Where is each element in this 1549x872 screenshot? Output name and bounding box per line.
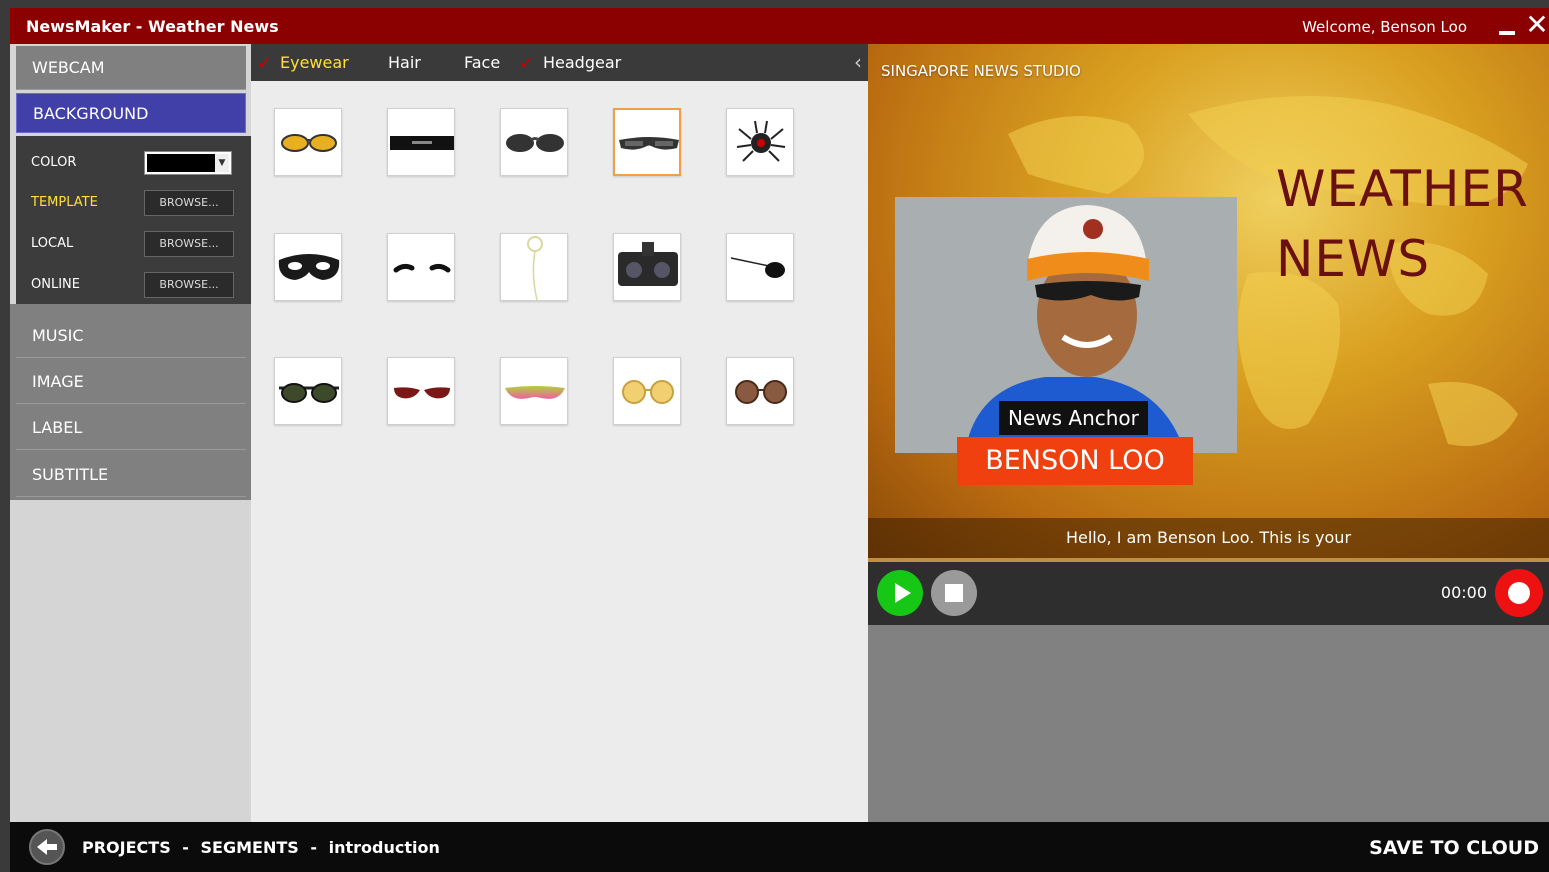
empty-area	[868, 625, 1549, 822]
red-cat-eye-icon[interactable]	[387, 357, 455, 425]
record-button[interactable]	[1495, 569, 1543, 617]
preview-stage: SINGAPORE NEWS STUDIO WEATHER NEWS News …	[868, 44, 1549, 562]
local-browse-button[interactable]: BROWSE...	[144, 231, 234, 257]
sidebar-item-music[interactable]: MUSIC	[16, 314, 246, 358]
headline-line1: WEATHER	[1276, 160, 1529, 218]
eyebrows-icon[interactable]	[387, 233, 455, 301]
play-button[interactable]	[877, 570, 923, 616]
sidebar-item-label[interactable]: LABEL	[16, 406, 246, 450]
masquerade-mask-icon[interactable]	[274, 233, 342, 301]
subtitle-text: Hello, I am Benson Loo. This is your	[868, 518, 1549, 558]
welcome-text: Welcome, Benson Loo	[1302, 18, 1467, 36]
spider-icon[interactable]	[726, 108, 794, 176]
eyepatch-icon[interactable]	[726, 233, 794, 301]
color-swatch	[147, 154, 215, 172]
player-bar: 00:00	[868, 562, 1549, 625]
eyewear-check-icon: ✓	[257, 53, 273, 74]
close-icon[interactable]: ✕	[1525, 10, 1549, 40]
minimize-icon[interactable]	[1499, 31, 1515, 35]
sidebar-item-image[interactable]: IMAGE	[16, 360, 246, 404]
sidebar-item-background[interactable]: BACKGROUND	[16, 93, 246, 133]
background-options-panel: COLOR ▼ TEMPLATE BROWSE... LOCAL BROWSE.…	[16, 136, 251, 304]
arrow-left-icon	[37, 839, 57, 855]
crumb-segments[interactable]: SEGMENTS	[201, 838, 299, 857]
studio-name: SINGAPORE NEWS STUDIO	[881, 62, 1081, 80]
timer-display: 00:00	[1440, 583, 1487, 602]
title-bar: NewsMaker - Weather News Welcome, Benson…	[10, 8, 1549, 44]
chevron-down-icon[interactable]: ▼	[215, 154, 229, 172]
accessory-tabs: ✓ Eyewear Hair Face ✓ Headgear ‹	[251, 44, 868, 81]
record-icon	[1508, 582, 1530, 604]
back-button[interactable]	[29, 829, 65, 865]
chevron-left-icon[interactable]: ‹	[854, 50, 862, 74]
brown-round-glasses-icon[interactable]	[726, 357, 794, 425]
anchor-name-banner: BENSON LOO	[957, 437, 1193, 485]
accessory-grid	[251, 81, 868, 822]
yellow-round-glasses-icon[interactable]	[613, 357, 681, 425]
night-vision-goggles-icon[interactable]	[613, 233, 681, 301]
save-to-cloud-button[interactable]: SAVE TO CLOUD	[1369, 837, 1539, 859]
color-label: COLOR	[31, 155, 77, 170]
template-browse-button[interactable]: BROWSE...	[144, 190, 234, 216]
crumb-current: introduction	[328, 838, 440, 857]
crumb-separator: -	[310, 838, 317, 857]
role-label: News Anchor	[999, 401, 1148, 435]
tab-eyewear[interactable]: Eyewear	[280, 53, 349, 72]
stop-button[interactable]	[931, 570, 977, 616]
color-picker[interactable]: ▼	[144, 151, 232, 175]
tab-face[interactable]: Face	[464, 53, 500, 72]
yellow-aviator-icon[interactable]	[274, 108, 342, 176]
black-sunglasses-icon[interactable]	[500, 108, 568, 176]
app-window: NewsMaker - Weather News Welcome, Benson…	[10, 8, 1549, 872]
headgear-check-icon: ✓	[519, 53, 535, 74]
sidebar-item-subtitle[interactable]: SUBTITLE	[16, 453, 246, 497]
headline-line2: NEWS	[1276, 230, 1431, 288]
tab-hair[interactable]: Hair	[388, 53, 421, 72]
green-sunglasses-icon[interactable]	[274, 357, 342, 425]
online-browse-button[interactable]: BROWSE...	[144, 272, 234, 298]
censored-bar-icon[interactable]	[387, 108, 455, 176]
rainbow-shades-icon[interactable]	[500, 357, 568, 425]
footer-bar: PROJECTS - SEGMENTS - introduction SAVE …	[10, 822, 1549, 872]
window-title: NewsMaker - Weather News	[26, 17, 279, 36]
breadcrumb: PROJECTS - SEGMENTS - introduction	[82, 838, 446, 857]
online-label: ONLINE	[31, 277, 80, 292]
sidebar: WEBCAM BACKGROUND COLOR ▼ TEMPLATE BROWS…	[10, 44, 251, 822]
wraparound-sunglasses-icon[interactable]	[613, 108, 681, 176]
monocle-icon[interactable]	[500, 233, 568, 301]
sidebar-item-webcam[interactable]: WEBCAM	[16, 46, 246, 90]
play-icon	[895, 583, 911, 603]
stop-icon	[945, 584, 963, 602]
crumb-separator: -	[182, 838, 189, 857]
template-label: TEMPLATE	[31, 195, 98, 210]
local-label: LOCAL	[31, 236, 74, 251]
crumb-projects[interactable]: PROJECTS	[82, 838, 171, 857]
tab-headgear[interactable]: Headgear	[543, 53, 621, 72]
